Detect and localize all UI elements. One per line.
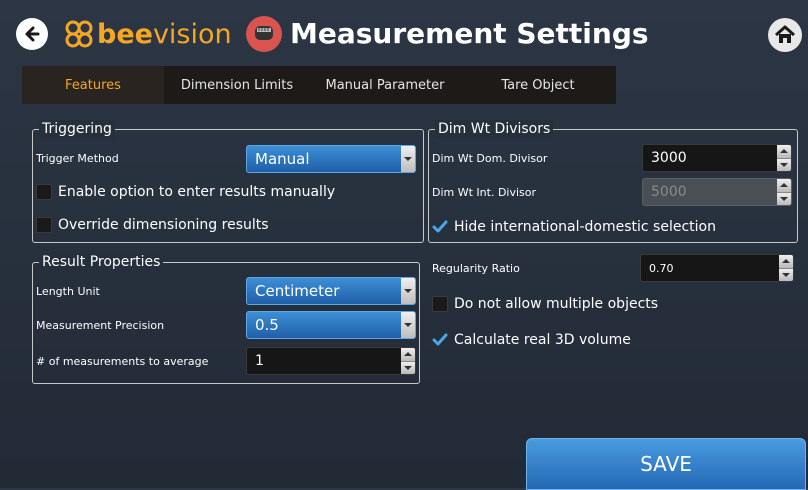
spin-down-button[interactable] [401,361,415,374]
chevron-down-icon [780,196,788,201]
arrow-left-icon [25,26,40,42]
length-unit-select[interactable]: Centimeter [246,277,416,305]
spin-down-button[interactable] [777,158,791,171]
precision-label: Measurement Precision [36,319,165,332]
length-unit-label: Length Unit [36,285,100,298]
dim-wt-dom-label: Dim Wt Dom. Divisor [432,152,548,165]
chevron-down-icon [401,312,415,338]
no-multiple-objects-row[interactable]: Do not allow multiple objects [432,296,658,312]
tab-tare-object[interactable]: Tare Object [460,66,616,104]
override-results-label: Override dimensioning results [58,217,269,233]
spin-down-button [777,192,791,205]
precision-select[interactable]: 0.5 [246,311,416,339]
tab-bar: Features Dimension Limits Manual Paramet… [22,66,616,104]
avg-measurements-label: # of measurements to average [36,355,209,368]
spin-up-button[interactable] [779,255,793,269]
home-button[interactable] [768,18,802,52]
save-button[interactable]: SAVE [526,438,806,490]
chevron-up-icon [780,183,788,188]
tab-manual-parameter[interactable]: Manual Parameter [310,66,460,104]
enable-manual-label: Enable option to enter results manually [58,184,336,200]
trigger-method-value: Manual [255,150,310,168]
dim-wt-int-label: Dim Wt Int. Divisor [432,186,537,199]
spin-up-button[interactable] [401,348,415,362]
real-3d-volume-label: Calculate real 3D volume [454,332,631,348]
avg-measurements-value: 1 [255,353,264,369]
tab-features[interactable]: Features [22,66,164,104]
no-multiple-objects-label: Do not allow multiple objects [454,296,659,312]
enable-manual-checkbox[interactable] [36,184,52,200]
logo-bee-text: bee [97,18,153,50]
spin-up-button[interactable] [777,145,791,159]
trigger-method-select[interactable]: Manual [246,145,416,173]
page-title: Measurement Settings [290,17,649,50]
chevron-up-icon [782,259,790,264]
spin-up-button [777,179,791,193]
dim-wt-dom-spinner[interactable]: 3000 [642,144,792,172]
length-unit-value: Centimeter [255,282,340,300]
checkmark-icon [432,220,448,233]
hide-intl-dom-label: Hide international-domestic selection [454,219,716,235]
override-results-row[interactable]: Override dimensioning results [36,217,269,233]
chevron-down-icon [782,272,790,277]
chevron-down-icon [404,365,412,370]
checkmark-icon [432,333,448,346]
real-3d-volume-row[interactable]: Calculate real 3D volume [432,332,631,348]
beevision-logo: bee vision [64,16,232,52]
tape-measure-icon [246,16,282,52]
avg-measurements-spinner[interactable]: 1 [246,347,416,375]
logo-vision-text: vision [152,18,232,50]
back-button[interactable] [16,18,48,50]
spin-down-button[interactable] [779,268,793,281]
override-results-checkbox[interactable] [36,217,52,233]
chevron-down-icon [401,146,415,172]
trigger-method-label: Trigger Method [36,152,119,165]
tab-dimension-limits[interactable]: Dimension Limits [164,66,310,104]
dim-wt-int-spinner: 5000 [642,178,792,206]
hide-intl-dom-row[interactable]: Hide international-domestic selection [432,219,716,235]
enable-manual-row[interactable]: Enable option to enter results manually [36,184,335,200]
chevron-down-icon [401,278,415,304]
chevron-down-icon [780,162,788,167]
regularity-ratio-value: 0.70 [649,261,674,275]
precision-value: 0.5 [255,316,279,334]
real-3d-volume-checkbox[interactable] [432,332,448,348]
chevron-up-icon [404,352,412,357]
dim-wt-dom-value: 3000 [651,150,687,166]
no-multiple-objects-checkbox[interactable] [432,296,448,312]
result-properties-legend: Result Properties [39,253,164,271]
regularity-ratio-spinner[interactable]: 0.70 [640,254,794,282]
home-icon [775,25,795,43]
dim-wt-divisors-legend: Dim Wt Divisors [435,120,554,138]
triggering-legend: Triggering [39,120,115,138]
logo-mark-icon [65,20,93,48]
hide-intl-dom-checkbox[interactable] [432,219,448,235]
regularity-ratio-label: Regularity Ratio [432,262,520,275]
chevron-up-icon [780,149,788,154]
dim-wt-int-value: 5000 [651,184,687,200]
